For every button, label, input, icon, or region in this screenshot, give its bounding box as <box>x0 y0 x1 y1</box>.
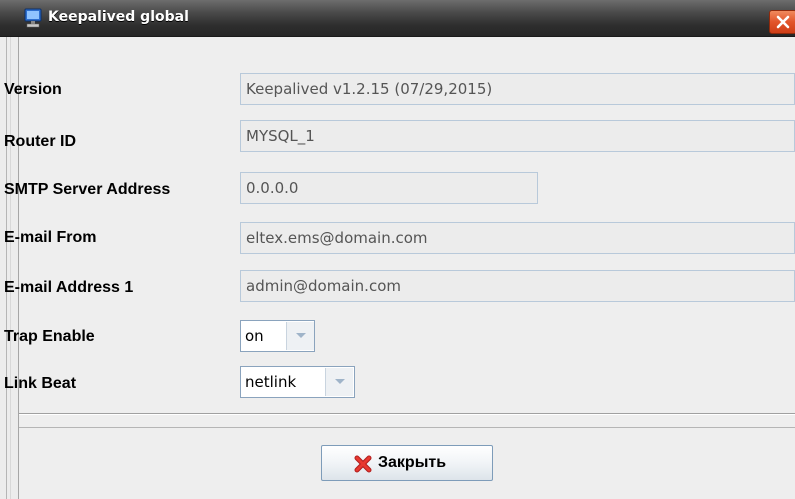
smtp-server-field[interactable]: 0.0.0.0 <box>240 172 538 204</box>
email-address-1-label: E-mail Address 1 <box>4 279 134 296</box>
link-beat-select[interactable]: netlink <box>240 366 355 398</box>
router-id-label: Router ID <box>4 133 76 150</box>
link-beat-value: netlink <box>245 373 297 391</box>
smtp-server-label: SMTP Server Address <box>4 181 171 198</box>
email-address-1-field[interactable]: admin@domain.com <box>240 270 795 302</box>
close-button[interactable]: Закрыть <box>321 445 493 481</box>
window-close-button[interactable] <box>769 10 795 34</box>
keepalived-global-dialog: Keepalived global Version Keepalived v1.… <box>0 0 795 499</box>
window-frame-left <box>0 37 19 499</box>
version-field: Keepalived v1.2.15 (07/29,2015) <box>240 73 795 105</box>
email-from-field[interactable]: eltex.ems@domain.com <box>240 222 795 254</box>
window-title: Keepalived global <box>48 9 189 25</box>
router-id-field[interactable]: MYSQL_1 <box>240 120 795 152</box>
link-beat-label: Link Beat <box>4 375 77 392</box>
version-label: Version <box>4 81 62 98</box>
trap-enable-value: on <box>245 327 264 345</box>
close-button-label: Закрыть <box>378 454 447 471</box>
email-from-label: E-mail From <box>4 229 97 246</box>
link-beat-dropdown-button[interactable] <box>325 368 353 396</box>
monitor-icon <box>24 8 42 28</box>
title-bar[interactable]: Keepalived global <box>0 0 795 37</box>
trap-enable-label: Trap Enable <box>4 328 95 345</box>
trap-enable-dropdown-button[interactable] <box>286 322 314 350</box>
divider-highlight <box>19 414 795 415</box>
trap-enable-select[interactable]: on <box>240 320 315 352</box>
